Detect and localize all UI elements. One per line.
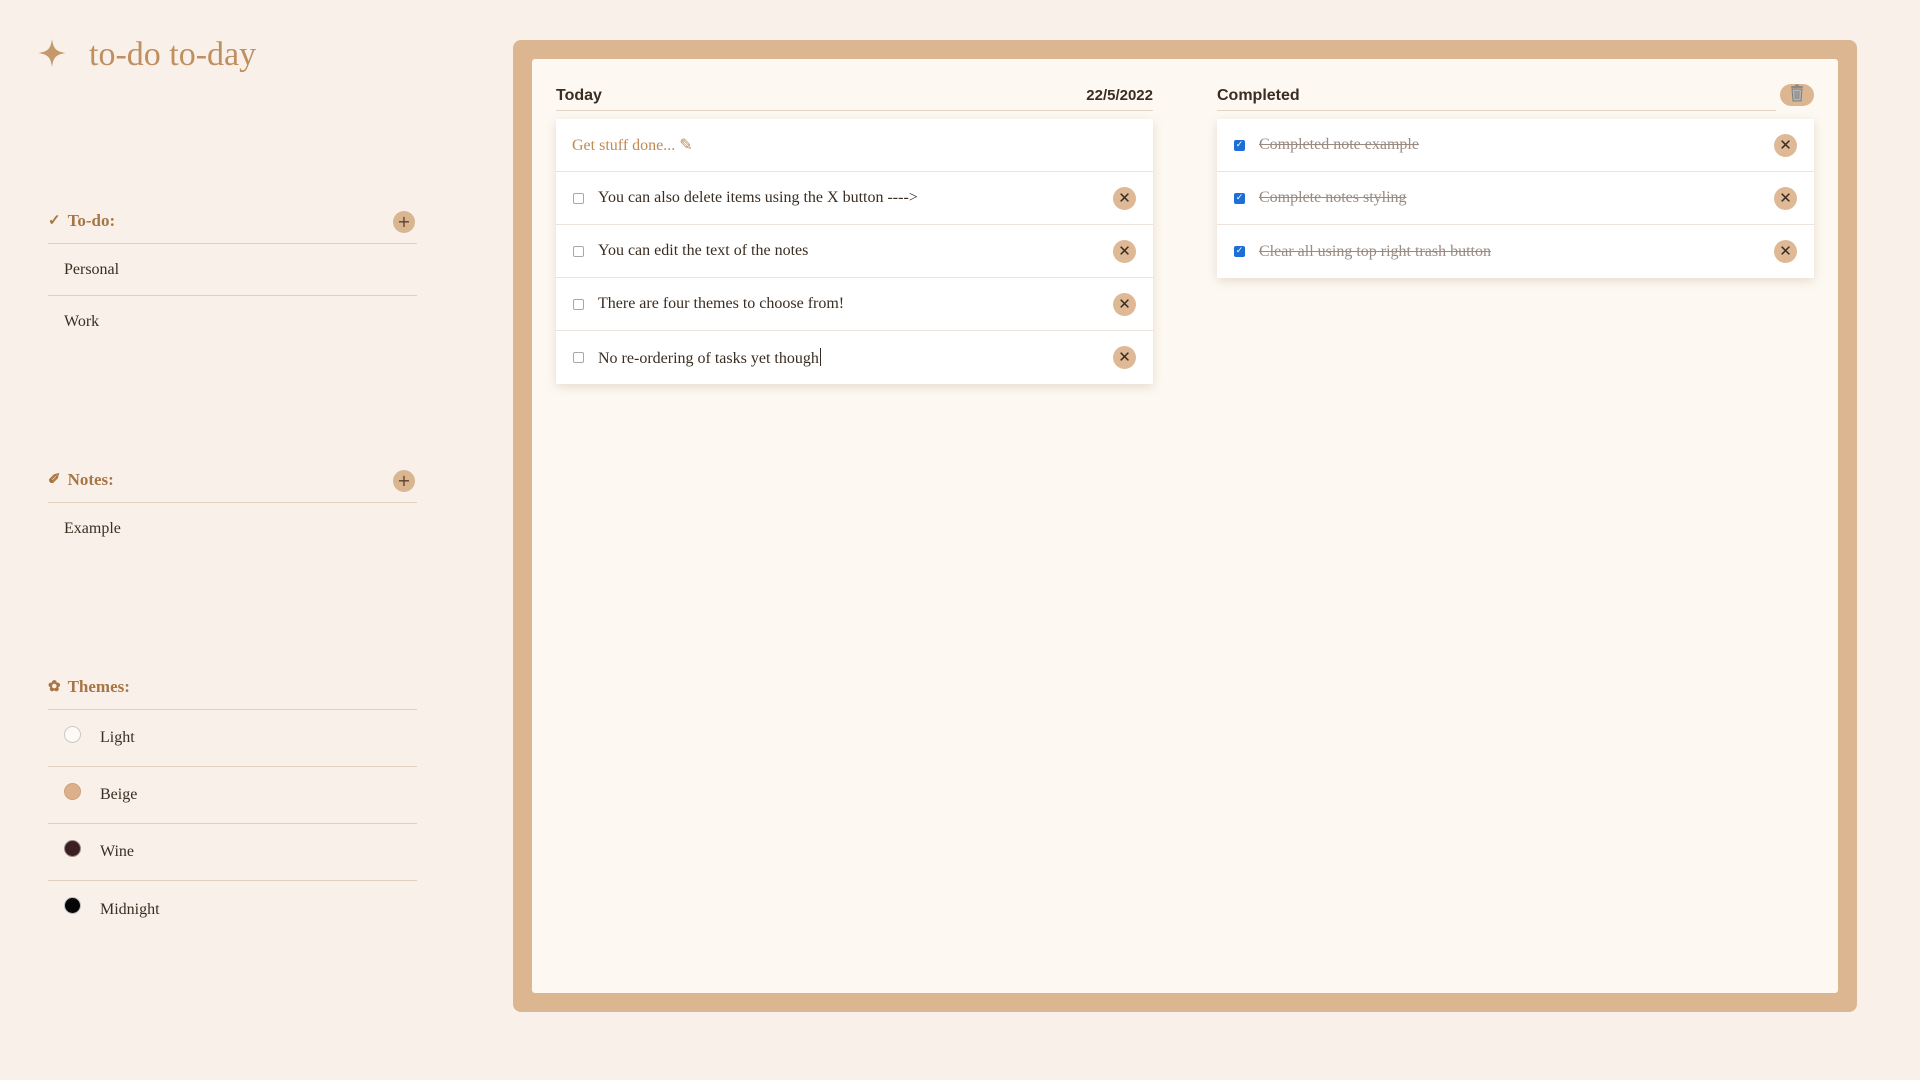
pencil-icon: ✐ <box>48 472 61 488</box>
completed-task-text[interactable]: Completed note example <box>1259 136 1419 154</box>
completed-task-row: ✓ Clear all using top right trash button… <box>1217 225 1814 278</box>
completed-header: Completed <box>1217 81 1814 111</box>
delete-task-button[interactable]: ✕ <box>1113 187 1136 210</box>
task-checkbox-checked[interactable]: ✓ <box>1234 139 1245 151</box>
task-checkbox[interactable] <box>573 192 584 204</box>
themes-section-title: Themes: <box>67 676 130 696</box>
delete-task-button[interactable]: ✕ <box>1774 187 1797 210</box>
theme-swatch-wine[interactable] <box>64 839 81 857</box>
four-point-star-icon <box>37 38 77 73</box>
todo-section-title: To-do: <box>67 210 116 230</box>
task-row: No re-ordering of tasks yet though ✕ <box>556 331 1153 384</box>
task-checkbox[interactable] <box>573 352 584 363</box>
task-checkbox-checked[interactable]: ✓ <box>1234 192 1245 204</box>
themes-section-header: ✿ Themes: <box>48 664 417 710</box>
app-title: to-do to-day <box>89 36 257 73</box>
completed-task-text[interactable]: Complete notes styling <box>1259 189 1407 207</box>
completed-task-text[interactable]: Clear all using top right trash button <box>1259 243 1491 261</box>
clear-completed-button[interactable] <box>1780 84 1814 106</box>
app-brand: to-do to-day <box>37 36 256 74</box>
sidebar-item-personal[interactable]: Personal <box>48 244 417 296</box>
theme-option-light[interactable]: Light <box>48 710 417 767</box>
today-header: Today 22/5/2022 <box>556 81 1153 111</box>
delete-task-button[interactable]: ✕ <box>1113 240 1136 263</box>
theme-swatch-light[interactable] <box>64 725 81 743</box>
delete-task-button[interactable]: ✕ <box>1774 134 1797 157</box>
new-task-input[interactable]: Get stuff done... ✎ <box>556 119 1153 172</box>
todo-section: ✓ To-do: + Personal Work <box>48 198 417 348</box>
theme-label-beige: Beige <box>100 786 138 803</box>
theme-option-wine[interactable]: Wine <box>48 824 417 881</box>
board-frame: Today 22/5/2022 Get stuff done... ✎ You … <box>513 40 1857 1012</box>
text-caret <box>819 347 821 366</box>
theme-label-midnight: Midnight <box>100 900 160 918</box>
notes-section-title: Notes: <box>67 469 114 489</box>
task-text: No re-ordering of tasks yet though <box>598 349 819 367</box>
completed-task-row: ✓ Complete notes styling ✕ <box>1217 172 1814 225</box>
theme-swatch-midnight[interactable] <box>64 897 81 914</box>
add-todo-list-button[interactable]: + <box>393 211 415 233</box>
add-note-button[interactable]: + <box>393 470 415 492</box>
task-text[interactable]: You can also delete items using the X bu… <box>598 189 918 207</box>
board: Today 22/5/2022 Get stuff done... ✎ You … <box>532 59 1838 993</box>
completed-title: Completed <box>1217 86 1300 104</box>
delete-task-button[interactable]: ✕ <box>1113 346 1136 369</box>
task-row: You can also delete items using the X bu… <box>556 172 1153 225</box>
delete-task-button[interactable]: ✕ <box>1113 293 1136 316</box>
checkmark-icon: ✓ <box>48 213 61 229</box>
completed-task-row: ✓ Completed note example ✕ <box>1217 119 1814 172</box>
delete-task-button[interactable]: ✕ <box>1774 240 1797 263</box>
today-column: Today 22/5/2022 Get stuff done... ✎ You … <box>556 81 1153 384</box>
task-text[interactable]: You can edit the text of the notes <box>598 242 808 260</box>
theme-label-light: Light <box>100 729 135 746</box>
flower-icon: ✿ <box>48 679 61 695</box>
theme-swatch-beige[interactable] <box>64 782 81 800</box>
task-text[interactable]: There are four themes to choose from! <box>598 295 844 313</box>
trash-icon <box>1787 83 1807 108</box>
task-row: There are four themes to choose from! ✕ <box>556 278 1153 331</box>
theme-option-midnight[interactable]: Midnight <box>48 881 417 938</box>
task-checkbox-checked[interactable]: ✓ <box>1234 246 1245 257</box>
task-text-editing[interactable]: No re-ordering of tasks yet though <box>598 347 821 368</box>
today-date: 22/5/2022 <box>1086 87 1153 104</box>
completed-task-list: ✓ Completed note example ✕ ✓ Complete no… <box>1217 119 1814 278</box>
themes-section: ✿ Themes: Light Beige Wine Midnight <box>48 664 417 938</box>
sidebar-item-example[interactable]: Example <box>48 503 417 555</box>
notes-section-header: ✐ Notes: + <box>48 457 417 503</box>
theme-label-wine: Wine <box>100 843 135 860</box>
task-row: You can edit the text of the notes ✕ <box>556 225 1153 278</box>
today-title: Today <box>556 86 602 104</box>
task-checkbox[interactable] <box>573 245 584 257</box>
today-task-list: Get stuff done... ✎ You can also delete … <box>556 119 1153 384</box>
notes-section: ✐ Notes: + Example <box>48 457 417 555</box>
theme-option-beige[interactable]: Beige <box>48 767 417 824</box>
sidebar-item-work[interactable]: Work <box>48 296 417 348</box>
todo-section-header: ✓ To-do: + <box>48 198 417 244</box>
task-checkbox[interactable] <box>573 298 584 310</box>
completed-column: Completed ✓ Completed note example ✕ ✓ C… <box>1217 81 1814 278</box>
